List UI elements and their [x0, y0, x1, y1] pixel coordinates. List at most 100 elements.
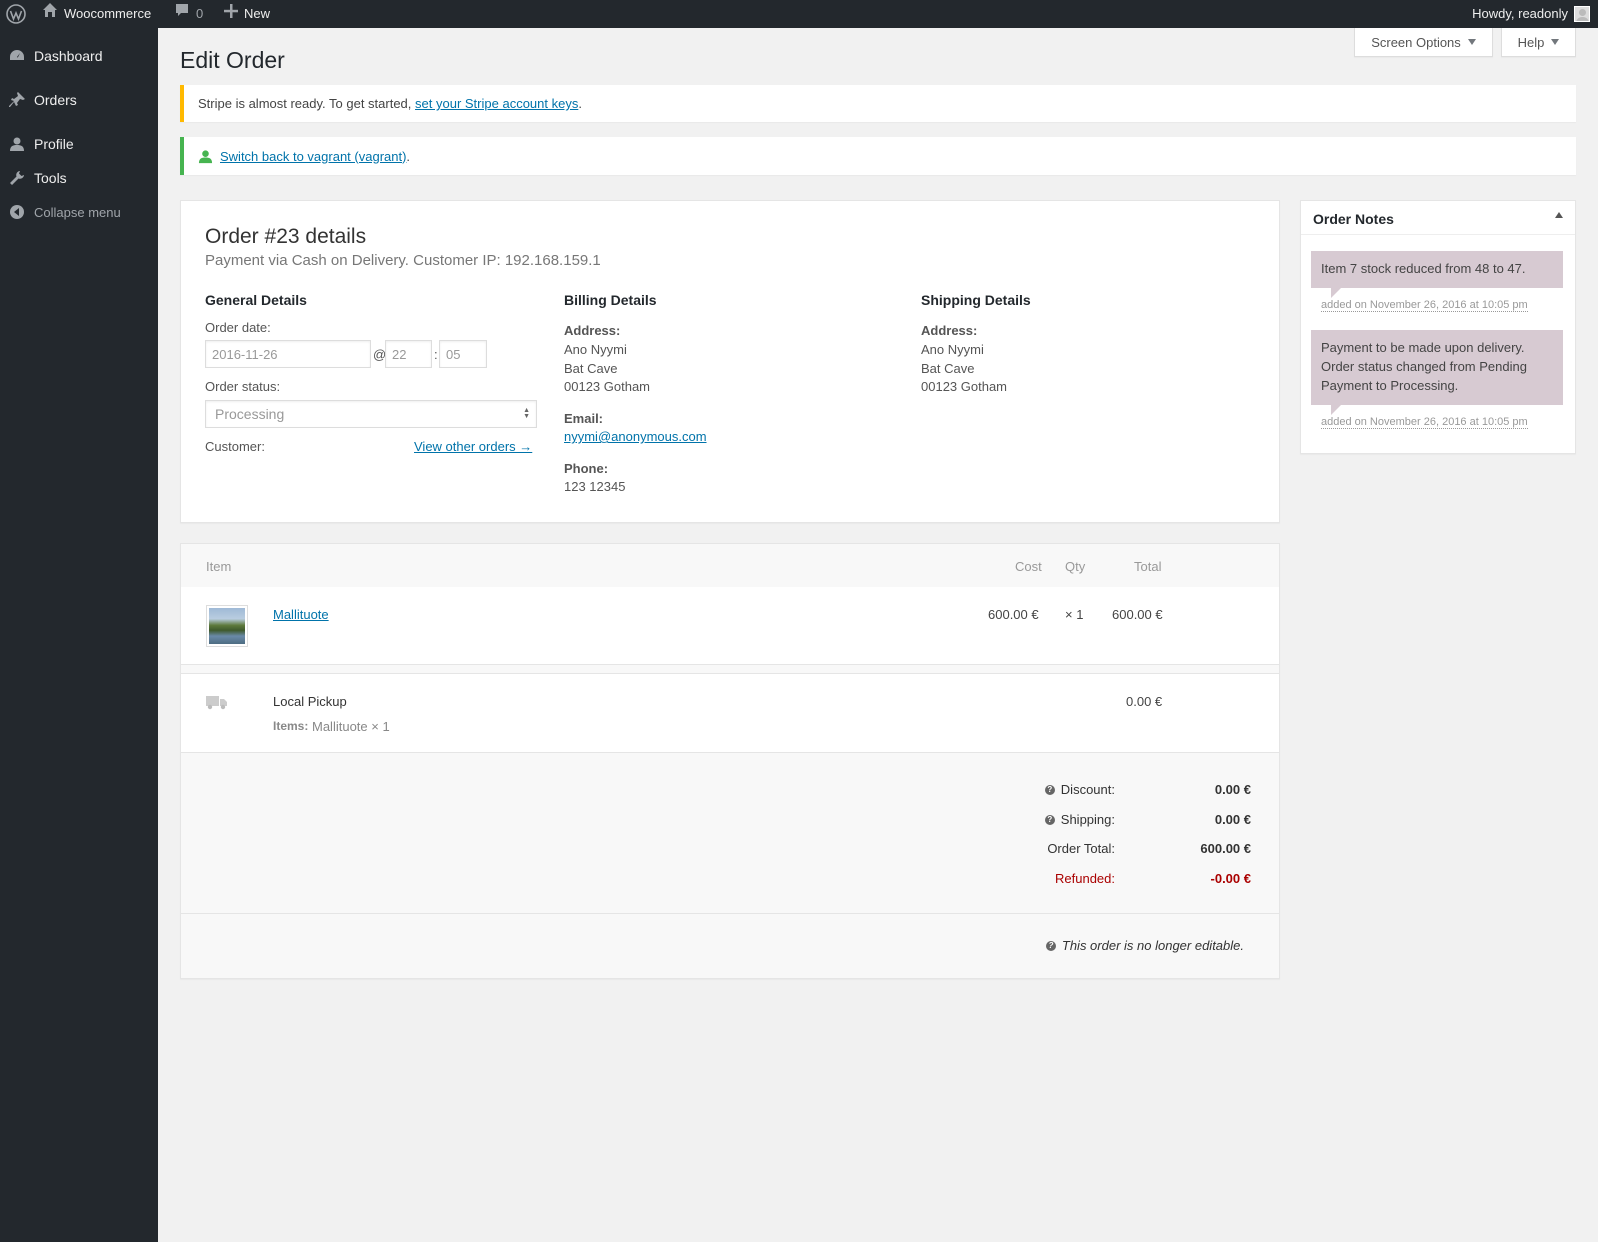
order-subtitle: Payment via Cash on Delivery. Customer I…	[205, 252, 601, 269]
comments-count: 0	[196, 6, 204, 21]
product-link[interactable]: Mallituote	[273, 607, 329, 622]
general-details-heading: General Details	[205, 292, 307, 308]
order-total-value: 600.00 €	[1200, 841, 1251, 856]
site-name-link[interactable]: Woocommerce	[42, 0, 151, 28]
billing-address-line: 00123 Gotham	[564, 379, 651, 394]
shipping-address-label: Address:	[921, 323, 978, 338]
new-content-link[interactable]: New	[224, 0, 270, 28]
order-hour-input[interactable]: 22	[385, 340, 432, 368]
discount-value: 0.00 €	[1214, 782, 1251, 797]
order-date-input[interactable]: 2016-11-26	[205, 340, 371, 368]
sidebar-item-tools[interactable]: Tools	[0, 161, 158, 195]
refunded-label: Refunded:	[1055, 871, 1115, 886]
help-icon[interactable]: ?	[1044, 784, 1055, 795]
line-total: 600.00 €	[1112, 607, 1163, 622]
billing-address-line: Bat Cave	[564, 361, 618, 376]
sidebar-item-profile[interactable]: Profile	[0, 127, 158, 161]
order-status-select[interactable]: Processing ▲ ▼	[205, 400, 537, 428]
truck-icon	[206, 694, 228, 713]
sidebar-item-label: Profile	[34, 136, 74, 152]
note-tail	[1331, 405, 1341, 415]
new-label: New	[244, 6, 271, 21]
order-date-label: Order date:	[205, 320, 271, 335]
order-notes-title: Order Notes	[1313, 211, 1394, 227]
main-content: Screen Options Help Edit Order Stripe is…	[158, 28, 1598, 1242]
screen-options-button[interactable]: Screen Options	[1354, 28, 1493, 57]
sidebar-item-dashboard[interactable]: Dashboard	[0, 39, 158, 73]
line-cost: 600.00 €	[988, 607, 1039, 622]
billing-address-line: Ano Nyymi	[564, 342, 627, 357]
product-thumbnail	[206, 605, 248, 647]
admin-bar: Woocommerce 0 New Howdy, readonly	[0, 0, 1598, 28]
comment-icon	[174, 0, 190, 28]
sidebar-item-label: Tools	[34, 170, 67, 186]
col-header-cost: Cost	[1015, 559, 1042, 574]
refunded-value: -0.00 €	[1210, 871, 1251, 886]
col-header-item: Item	[206, 559, 232, 574]
order-title: Order #23 details	[205, 225, 367, 248]
account-menu[interactable]: Howdy, readonly	[1472, 0, 1590, 28]
wordpress-logo-icon[interactable]	[6, 0, 26, 28]
help-icon[interactable]: ?	[1045, 940, 1056, 951]
caret-down-icon	[1551, 39, 1560, 45]
line-qty: × 1	[1065, 607, 1084, 622]
order-status-label: Order status:	[205, 379, 281, 394]
shipping-address-line: Bat Cave	[921, 361, 975, 376]
billing-address-label: Address:	[564, 323, 621, 338]
user-icon	[198, 149, 213, 164]
select-arrows-icon: ▲ ▼	[523, 407, 530, 420]
admin-sidebar: Dashboard Orders Profile Tools Collapse …	[0, 28, 158, 1242]
sidebar-item-orders[interactable]: Orders	[0, 83, 158, 117]
items-header-row: Item Cost Qty Total	[181, 544, 1279, 587]
order-total-label: Order Total:	[1047, 841, 1115, 856]
line-item-row: Mallituote 600.00 € × 1 600.00 €	[181, 587, 1279, 665]
col-header-qty: Qty	[1065, 559, 1086, 574]
order-note: Payment to be made upon delivery. Order …	[1311, 330, 1563, 405]
order-items-box: Item Cost Qty Total Mallituote 600.00 € …	[180, 543, 1280, 979]
shipping-address-line: Ano Nyymi	[921, 342, 984, 357]
collapse-toggle-icon[interactable]	[1555, 212, 1563, 218]
comments-link[interactable]: 0	[174, 0, 203, 28]
sidebar-item-label: Dashboard	[34, 48, 103, 64]
switch-user-notice: Switch back to vagrant (vagrant).	[180, 137, 1576, 175]
avatar	[1574, 6, 1590, 22]
billing-details-heading: Billing Details	[564, 292, 657, 308]
billing-phone-label: Phone:	[564, 461, 609, 476]
help-icon[interactable]: ?	[1044, 814, 1055, 825]
shipping-items-label: Items:	[273, 719, 309, 733]
wrench-icon	[0, 170, 34, 186]
howdy-text: Howdy, readonly	[1472, 6, 1568, 21]
collapse-menu-button[interactable]: Collapse menu	[0, 195, 158, 229]
stripe-keys-link[interactable]: set your Stripe account keys	[415, 96, 578, 111]
order-notes-box: Order Notes Item 7 stock reduced from 48…	[1300, 200, 1576, 454]
shipping-method-name: Local Pickup	[273, 694, 347, 709]
sidebar-item-label: Collapse menu	[34, 204, 121, 220]
note-meta: added on November 26, 2016 at 10:05 pm	[1321, 416, 1528, 429]
note-meta: added on November 26, 2016 at 10:05 pm	[1321, 299, 1528, 312]
billing-email-label: Email:	[564, 411, 604, 426]
billing-email-link[interactable]: nyymi@anonymous.com	[564, 429, 707, 444]
pin-icon	[0, 91, 34, 109]
customer-label: Customer:	[205, 439, 265, 454]
shipping-address-line: 00123 Gotham	[921, 379, 1008, 394]
home-icon	[42, 0, 58, 28]
shipping-label: ? Shipping:	[1044, 812, 1115, 827]
shipping-items-value: Mallituote × 1	[312, 719, 390, 734]
site-name: Woocommerce	[64, 6, 152, 21]
shipping-value: 0.00 €	[1214, 812, 1251, 827]
shipping-total: 0.00 €	[1126, 694, 1163, 709]
view-other-orders-link[interactable]: View other orders →	[414, 439, 532, 454]
order-notes-header[interactable]: Order Notes	[1301, 201, 1575, 235]
col-header-total: Total	[1134, 559, 1162, 574]
switch-back-link[interactable]: Switch back to vagrant (vagrant)	[220, 149, 406, 164]
order-minute-input[interactable]: 05	[439, 340, 487, 368]
colon-separator: :	[434, 347, 438, 362]
not-editable-row: ? This order is no longer editable.	[181, 913, 1279, 978]
discount-label: ? Discount:	[1044, 782, 1115, 797]
caret-down-icon	[1467, 39, 1476, 45]
collapse-icon	[0, 204, 34, 220]
dashboard-icon	[0, 47, 34, 65]
page-title: Edit Order	[180, 47, 285, 73]
help-button[interactable]: Help	[1501, 28, 1576, 57]
plus-icon	[224, 0, 238, 28]
